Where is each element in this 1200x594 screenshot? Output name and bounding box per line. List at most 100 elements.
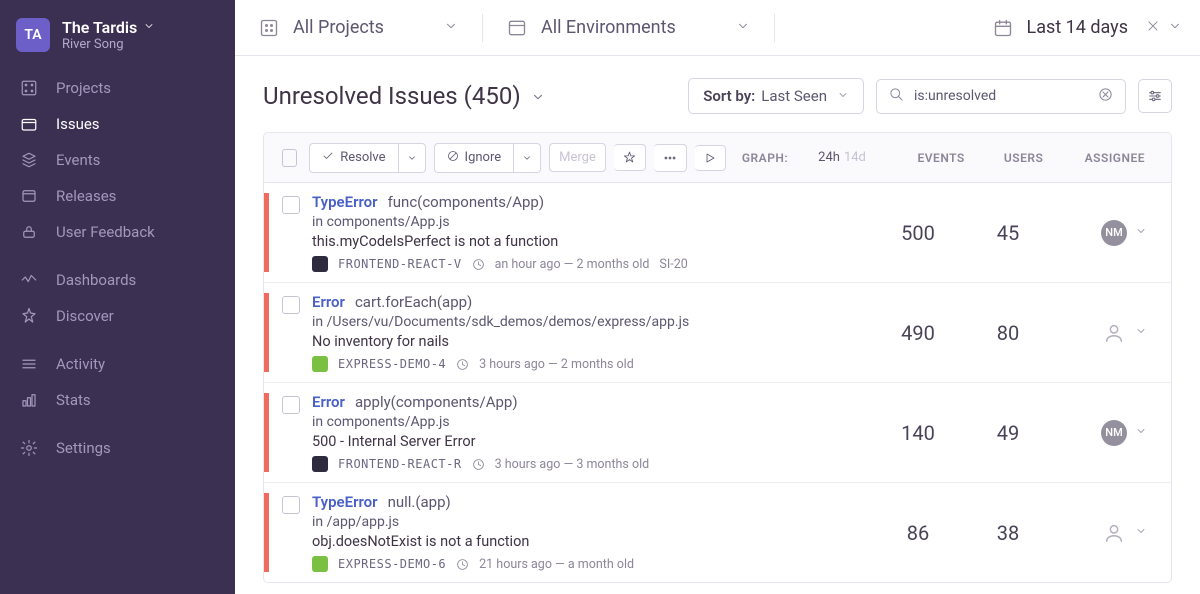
issue-culprit: null.(app) (388, 493, 451, 511)
chevron-down-icon (384, 19, 458, 37)
org-subtitle: River Song (62, 37, 155, 52)
realtime-button[interactable] (695, 145, 726, 171)
sort-label: Sort by: (703, 87, 755, 105)
table-row[interactable]: TypeError func(components/App) in compon… (264, 183, 1171, 283)
users-count[interactable]: 45 (963, 193, 1053, 272)
table-header: Resolve Ignore Merge GRAPH: 24h14d EVENT… (264, 133, 1171, 183)
ignore-button[interactable]: Ignore (434, 143, 515, 173)
events-count[interactable]: 490 (873, 293, 963, 372)
sidebar-item-settings[interactable]: Settings (0, 430, 235, 466)
users-column-header: USERS (986, 151, 1060, 165)
issues-icon (20, 115, 38, 133)
project-badge-icon (312, 356, 328, 372)
issue-type[interactable]: TypeError (312, 193, 378, 211)
clear-icon[interactable] (1098, 87, 1113, 106)
assignee-cell[interactable] (1053, 293, 1153, 372)
users-count[interactable]: 38 (963, 493, 1053, 572)
chevron-down-icon (1135, 325, 1147, 341)
row-checkbox[interactable] (282, 396, 300, 414)
issue-culprit: apply(components/App) (355, 393, 518, 411)
sidebar-item-feedback[interactable]: User Feedback (0, 214, 235, 250)
search-input[interactable] (914, 88, 1098, 104)
unassigned-icon[interactable] (1101, 320, 1127, 346)
chevron-down-icon (837, 87, 849, 105)
date-range-selector[interactable]: Last 14 days (969, 0, 1200, 55)
project-name[interactable]: FRONTEND-REACT-R (338, 457, 462, 471)
row-checkbox[interactable] (282, 496, 300, 514)
stats-icon (20, 391, 38, 409)
environment-selector[interactable]: All Environments (483, 0, 774, 55)
project-name[interactable]: EXPRESS-DEMO-6 (338, 557, 446, 571)
row-checkbox[interactable] (282, 196, 300, 214)
assignee-avatar[interactable]: NM (1101, 420, 1127, 446)
bookmark-button[interactable] (614, 144, 646, 171)
unassigned-icon[interactable] (1101, 520, 1127, 546)
events-count[interactable]: 86 (873, 493, 963, 572)
severity-marker (264, 393, 269, 472)
resolve-dropdown[interactable] (399, 143, 426, 173)
chevron-down-icon (531, 82, 545, 110)
sidebar-item-stats[interactable]: Stats (0, 382, 235, 418)
project-badge-icon (312, 256, 328, 272)
ignore-dropdown[interactable] (514, 143, 541, 173)
table-row[interactable]: Error cart.forEach(app) in /Users/vu/Doc… (264, 283, 1171, 383)
environment-selector-label: All Environments (541, 17, 676, 38)
assignee-avatar[interactable]: NM (1101, 220, 1127, 246)
severity-marker (264, 293, 269, 372)
resolve-button[interactable]: Resolve (309, 143, 398, 173)
close-icon[interactable] (1146, 19, 1160, 37)
table-row[interactable]: Error apply(components/App) in component… (264, 383, 1171, 483)
main: All Projects All Environments Last 14 da… (235, 0, 1200, 594)
assignee-cell[interactable]: NM (1053, 193, 1153, 272)
sidebar-item-label: Events (56, 151, 100, 169)
issue-short-id[interactable]: SI-20 (659, 257, 687, 272)
org-switcher[interactable]: TA The Tardis River Song (0, 8, 235, 66)
filter-button[interactable] (1138, 79, 1172, 113)
search-box[interactable] (876, 79, 1126, 114)
events-count[interactable]: 140 (873, 393, 963, 472)
issue-type[interactable]: Error (312, 293, 345, 311)
users-count[interactable]: 49 (963, 393, 1053, 472)
sidebar-item-label: Projects (56, 79, 111, 97)
select-all-checkbox[interactable] (282, 149, 297, 167)
sidebar-item-events[interactable]: Events (0, 142, 235, 178)
more-button[interactable] (654, 144, 687, 172)
ignore-icon (447, 150, 459, 166)
gear-icon (20, 439, 38, 457)
sliders-icon (1147, 88, 1163, 104)
severity-marker (264, 493, 269, 572)
sidebar-item-activity[interactable]: Activity (0, 346, 235, 382)
issues-table: Resolve Ignore Merge GRAPH: 24h14d EVENT… (263, 132, 1172, 583)
merge-button[interactable]: Merge (549, 143, 606, 172)
org-name: The Tardis (62, 18, 137, 37)
project-name[interactable]: EXPRESS-DEMO-4 (338, 357, 446, 371)
users-count[interactable]: 80 (963, 293, 1053, 372)
sidebar-item-discover[interactable]: Discover (0, 298, 235, 334)
sidebar-item-projects[interactable]: Projects (0, 70, 235, 106)
issue-path: in components/App.js (312, 414, 873, 430)
chevron-down-icon (1168, 19, 1182, 37)
events-count[interactable]: 500 (873, 193, 963, 272)
assignee-cell[interactable]: NM (1053, 393, 1153, 472)
issue-type[interactable]: TypeError (312, 493, 378, 511)
sidebar-item-releases[interactable]: Releases (0, 178, 235, 214)
sidebar: TA The Tardis River Song Projects Issues… (0, 0, 235, 594)
star-icon (623, 151, 636, 164)
page-title[interactable]: Unresolved Issues (450) (263, 82, 545, 110)
table-row[interactable]: TypeError null.(app) in /app/app.js obj.… (264, 483, 1171, 582)
sidebar-item-dashboards[interactable]: Dashboards (0, 262, 235, 298)
graph-range-toggle[interactable]: 24h14d (818, 150, 866, 165)
dashboards-icon (20, 271, 38, 289)
project-selector[interactable]: All Projects (235, 0, 482, 55)
clock-icon (472, 258, 485, 271)
sort-selector[interactable]: Sort by: Last Seen (688, 78, 864, 114)
sidebar-item-issues[interactable]: Issues (0, 106, 235, 142)
project-name[interactable]: FRONTEND-REACT-V (338, 257, 462, 271)
row-checkbox[interactable] (282, 296, 300, 314)
issue-type[interactable]: Error (312, 393, 345, 411)
issue-message: 500 - Internal Server Error (312, 433, 873, 450)
ellipsis-icon (663, 151, 677, 165)
assignee-cell[interactable] (1053, 493, 1153, 572)
sidebar-item-label: Stats (56, 391, 91, 409)
project-badge-icon (312, 556, 328, 572)
